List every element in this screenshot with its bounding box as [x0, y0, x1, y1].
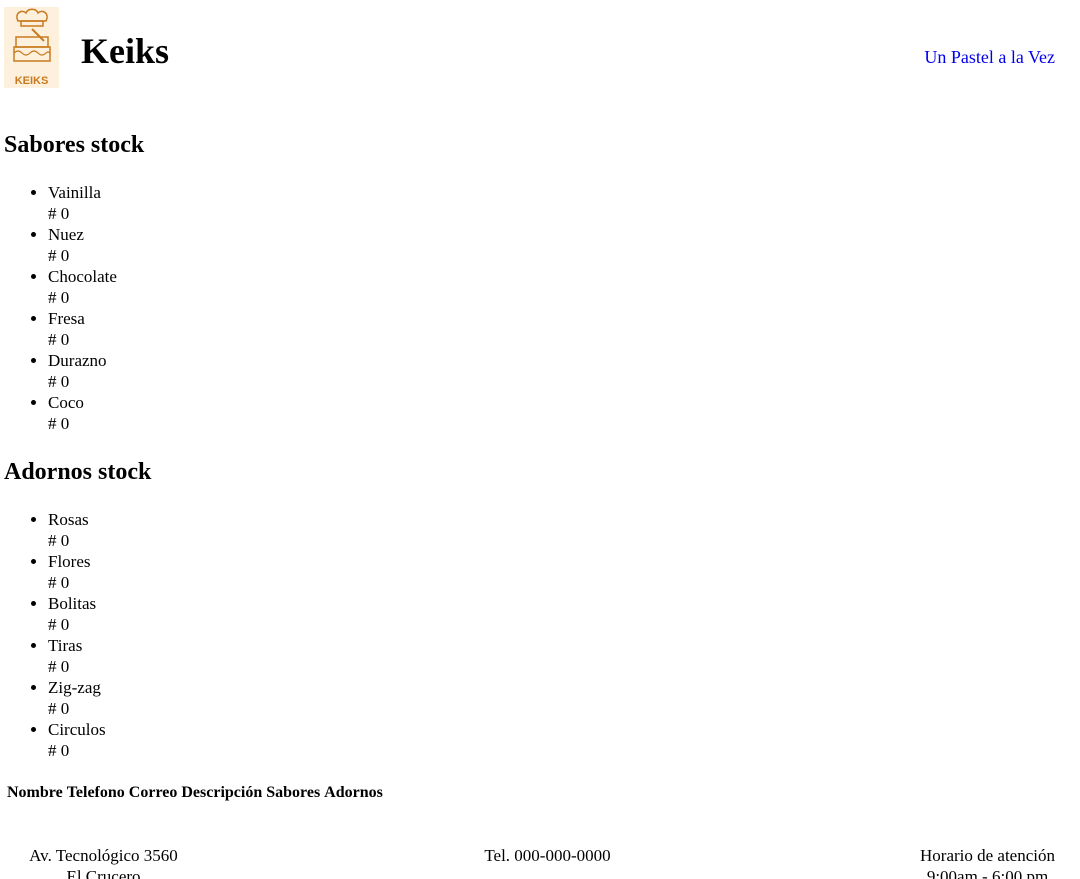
list-item: Nuez # 0 — [48, 224, 117, 266]
list-item: Fresa # 0 — [48, 308, 117, 350]
item-qty: # 0 — [48, 204, 70, 223]
adornos-list: Rosas # 0 Flores # 0 Bolitas # 0 Tiras # 0 Z… — [0, 509, 106, 761]
item-qty: # 0 — [48, 372, 70, 391]
hours-title: Horario de atención — [920, 846, 1055, 865]
item-name: Chocolate — [48, 267, 117, 286]
sabores-title: Sabores stock — [4, 132, 145, 158]
column-header-sabores: Sabores — [266, 784, 321, 801]
list-item: Coco # 0 — [48, 392, 117, 434]
item-qty: # 0 — [48, 615, 70, 634]
item-qty: # 0 — [48, 414, 70, 433]
column-header-correo: Correo — [128, 784, 178, 801]
item-qty: # 0 — [48, 246, 70, 265]
keiks-logo[interactable]: KEIKS — [4, 7, 59, 88]
item-name: Flores — [48, 552, 91, 571]
item-name: Fresa — [48, 309, 85, 328]
list-item: Circulos # 0 — [48, 719, 106, 761]
footer-address: Av. Tecnológico 3560 El Crucero — [26, 845, 181, 879]
item-name: Durazno — [48, 351, 107, 370]
footer-phone: Tel. 000-000-0000 — [484, 846, 611, 865]
item-name: Zig-zag — [48, 678, 101, 697]
column-header-nombre: Nombre — [7, 784, 63, 801]
column-header-adornos: Adornos — [324, 784, 383, 801]
item-qty: # 0 — [48, 288, 70, 307]
item-qty: # 0 — [48, 330, 70, 349]
address-line-1: Av. Tecnológico 3560 — [29, 846, 178, 865]
column-header-telefono: Telefono — [66, 784, 125, 801]
list-item: Bolitas # 0 — [48, 593, 106, 635]
item-name: Nuez — [48, 225, 84, 244]
list-item: Vainilla # 0 — [48, 182, 117, 224]
site-header: KEIKS Keiks Un Pastel a la Vez — [0, 0, 1080, 96]
footer-hours: Horario de atención 9:00am - 6:00 pm — [920, 845, 1055, 879]
address-line-2: El Crucero — [66, 867, 141, 879]
page: KEIKS Keiks Un Pastel a la Vez Sabores s… — [0, 0, 1080, 879]
sabores-list: Vainilla # 0 Nuez # 0 Chocolate # 0 Fresa # … — [0, 182, 117, 434]
hours-value: 9:00am - 6:00 pm — [926, 867, 1049, 879]
tagline-link[interactable]: Un Pastel a la Vez — [924, 46, 1055, 68]
item-name: Coco — [48, 393, 84, 412]
column-header-descripcion: Descripción — [181, 784, 263, 801]
item-name: Rosas — [48, 510, 89, 529]
item-qty: # 0 — [48, 573, 70, 592]
item-qty: # 0 — [48, 657, 70, 676]
list-item: Rosas # 0 — [48, 509, 106, 551]
item-name: Bolitas — [48, 594, 97, 613]
item-name: Vainilla — [48, 183, 101, 202]
item-qty: # 0 — [48, 699, 70, 718]
item-qty: # 0 — [48, 741, 70, 760]
list-item: Chocolate # 0 — [48, 266, 117, 308]
item-name: Circulos — [48, 720, 106, 739]
list-item: Flores # 0 — [48, 551, 106, 593]
orders-table-header: Nombre Telefono Correo Descripción Sabores Ad… — [7, 783, 387, 803]
item-qty: # 0 — [48, 531, 70, 550]
list-item: Tiras # 0 — [48, 635, 106, 677]
logo-text: KEIKS — [15, 75, 49, 87]
item-name: Tiras — [48, 636, 83, 655]
list-item: Durazno # 0 — [48, 350, 117, 392]
brand-title: Keiks — [81, 31, 170, 71]
adornos-title: Adornos stock — [4, 459, 152, 485]
list-item: Zig-zag # 0 — [48, 677, 106, 719]
